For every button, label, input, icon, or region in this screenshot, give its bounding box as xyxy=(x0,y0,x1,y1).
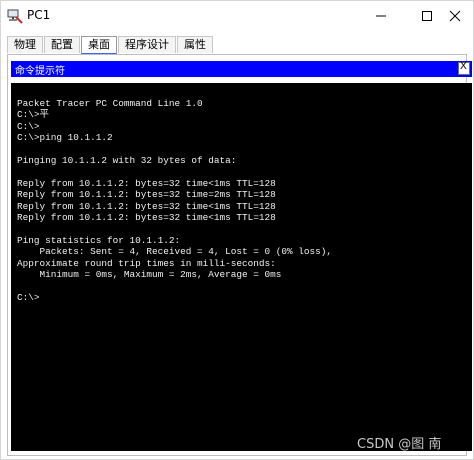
terminal-line: C:\>ping 10.1.1.2 xyxy=(17,132,113,144)
close-icon xyxy=(449,10,461,22)
terminal-line: Minimum = 0ms, Maximum = 2ms, Average = … xyxy=(17,269,282,281)
title-bar[interactable]: PC1 xyxy=(1,1,473,31)
tab-bar: 物理 配置 桌面 程序设计 属性 xyxy=(7,36,214,55)
terminal-line: C:\>平 xyxy=(17,109,49,121)
packet-tracer-pc-icon xyxy=(7,8,23,24)
terminal[interactable]: Packet Tracer PC Command Line 1.0 C:\>平 … xyxy=(11,83,472,451)
terminal-line: C:\> xyxy=(17,120,40,132)
minimize-icon xyxy=(376,15,386,17)
terminal-line: Reply from 10.1.1.2: bytes=32 time=2ms T… xyxy=(17,189,276,201)
tab-physical[interactable]: 物理 xyxy=(7,36,43,53)
terminal-line: Ping statistics for 10.1.1.2: xyxy=(17,234,181,246)
terminal-line: Reply from 10.1.1.2: bytes=32 time<1ms T… xyxy=(17,212,276,224)
terminal-line: Packets: Sent = 4, Received = 4, Lost = … xyxy=(17,246,333,258)
close-button[interactable] xyxy=(433,3,474,29)
tab-programming[interactable]: 程序设计 xyxy=(118,36,176,53)
command-prompt-close-label: X xyxy=(460,61,467,72)
maximize-icon xyxy=(422,11,432,21)
tab-config[interactable]: 配置 xyxy=(44,36,80,53)
terminal-line: Reply from 10.1.1.2: bytes=32 time<1ms T… xyxy=(17,200,276,212)
command-prompt-header[interactable]: 命令提示符 X xyxy=(11,61,472,77)
pc1-window: PC1 物理 配置 桌面 程序设计 属性 命令提示符 X Packet Trac… xyxy=(0,0,474,460)
tab-desktop[interactable]: 桌面 xyxy=(81,36,117,55)
terminal-output: Packet Tracer PC Command Line 1.0 C:\>平 … xyxy=(17,98,332,303)
command-prompt-close-button[interactable]: X xyxy=(458,61,470,75)
terminal-line: Packet Tracer PC Command Line 1.0 xyxy=(17,98,203,109)
terminal-line: C:\> xyxy=(17,291,40,303)
tab-attributes[interactable]: 属性 xyxy=(177,36,213,53)
terminal-line: Reply from 10.1.1.2: bytes=32 time<1ms T… xyxy=(17,177,276,189)
command-prompt-title: 命令提示符 xyxy=(15,66,65,77)
terminal-line: Approximate round trip times in milli-se… xyxy=(17,257,276,269)
csdn-watermark: CSDN @图 南 xyxy=(357,437,442,452)
minimize-button[interactable] xyxy=(359,3,403,29)
terminal-line: Pinging 10.1.1.2 with 32 bytes of data: xyxy=(17,155,237,167)
window-title: PC1 xyxy=(27,8,51,22)
